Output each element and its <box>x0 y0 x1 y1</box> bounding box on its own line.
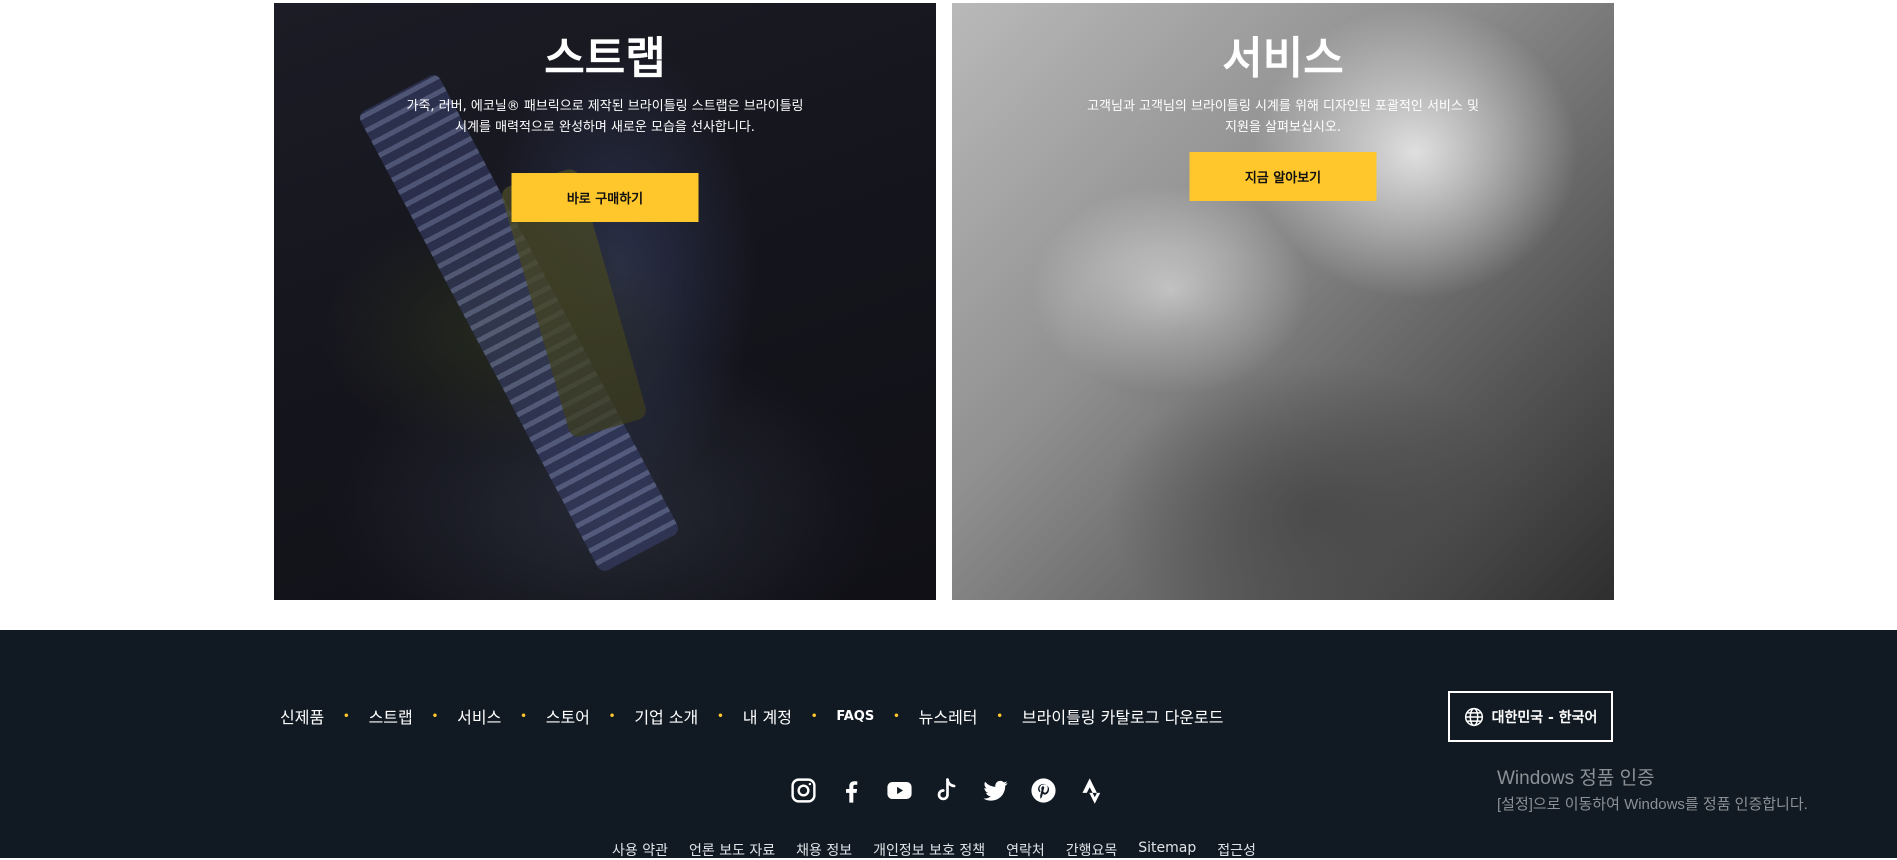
legal-link-careers[interactable]: 채용 정보 <box>796 840 852 860</box>
language-label: 대한민국 - 한국어 <box>1491 709 1598 726</box>
strap-title: 스트랩 <box>544 33 666 84</box>
buy-now-button[interactable]: 바로 구매하기 <box>511 173 699 222</box>
strap-description: 가죽, 러버, 에코닐® 패브릭으로 제작된 브라이틀링 스트랩은 브라이틀링 … <box>406 99 804 135</box>
footer-nav: 신제품 • 스트랩 • 서비스 • 스토어 • 기업 소개 • 내 계정 • F… <box>280 704 1223 728</box>
tiktok-icon[interactable] <box>933 776 962 805</box>
windows-activation-title: Windows 정품 인증 <box>1497 768 1655 789</box>
learn-more-button[interactable]: 지금 알아보기 <box>1189 152 1377 201</box>
footer-link-new-products[interactable]: 신제품 <box>280 704 324 728</box>
legal-link-privacy[interactable]: 개인정보 보호 정책 <box>873 840 985 860</box>
legal-link-sitemap[interactable]: Sitemap <box>1138 840 1196 860</box>
nav-separator: • <box>520 710 527 722</box>
pinterest-icon[interactable] <box>1029 776 1058 805</box>
service-title: 서비스 <box>1222 33 1344 84</box>
nav-separator: • <box>343 710 350 722</box>
nav-separator: • <box>810 710 818 722</box>
legal-link-accessibility[interactable]: 접근성 <box>1217 840 1256 860</box>
feature-tiles: 스트랩 가죽, 러버, 에코닐® 패브릭으로 제작된 브라이틀링 스트랩은 브라… <box>0 0 1897 630</box>
nav-separator: • <box>893 710 900 722</box>
legal-link-imprint[interactable]: 간행요목 <box>1066 840 1118 860</box>
legal-links: 사용 약관 언론 보도 자료 채용 정보 개인정보 보호 정책 연락처 간행요목… <box>612 840 1256 860</box>
nav-separator: • <box>996 710 1003 722</box>
language-selector-button[interactable]: 대한민국 - 한국어 <box>1448 691 1613 742</box>
service-description: 고객님과 고객님의 브라이틀링 시계를 위해 디자인된 포괄적인 서비스 및 지… <box>1087 99 1479 135</box>
twitter-icon[interactable] <box>981 776 1010 805</box>
legal-link-terms[interactable]: 사용 약관 <box>612 840 668 860</box>
youtube-icon[interactable] <box>885 776 914 805</box>
footer-link-faqs[interactable]: FAQS <box>836 709 874 724</box>
instagram-icon[interactable] <box>789 776 818 805</box>
windows-activation-watermark: Windows 정품 인증 [설정]으로 이동하여 Windows를 정품 인증… <box>1497 763 1808 814</box>
social-links <box>789 776 1106 805</box>
footer-link-stores[interactable]: 스토어 <box>546 704 590 728</box>
footer-link-account[interactable]: 내 계정 <box>743 704 792 728</box>
footer-link-newsletter[interactable]: 뉴스레터 <box>919 704 978 728</box>
footer-link-catalog-download[interactable]: 브라이틀링 카탈로그 다운로드 <box>1022 704 1224 728</box>
site-footer: 신제품 • 스트랩 • 서비스 • 스토어 • 기업 소개 • 내 계정 • F… <box>0 630 1897 860</box>
globe-icon <box>1464 707 1483 726</box>
strap-image <box>357 72 681 574</box>
footer-link-about[interactable]: 기업 소개 <box>634 704 698 728</box>
legal-link-contact[interactable]: 연락처 <box>1006 840 1045 860</box>
footer-link-straps[interactable]: 스트랩 <box>369 704 413 728</box>
nav-separator: • <box>431 710 439 722</box>
strava-icon[interactable] <box>1077 776 1106 805</box>
windows-activation-subtitle: [설정]으로 이동하여 Windows를 정품 인증합니다. <box>1497 796 1808 813</box>
legal-link-press[interactable]: 언론 보도 자료 <box>689 840 775 860</box>
nav-separator: • <box>608 710 616 722</box>
strap-tile[interactable]: 스트랩 가죽, 러버, 에코닐® 패브릭으로 제작된 브라이틀링 스트랩은 브라… <box>274 3 936 600</box>
footer-link-service[interactable]: 서비스 <box>457 704 501 728</box>
nav-separator: • <box>717 710 724 722</box>
service-tile[interactable]: 서비스 고객님과 고객님의 브라이틀링 시계를 위해 디자인된 포괄적인 서비스… <box>952 3 1614 600</box>
facebook-icon[interactable] <box>837 776 866 805</box>
